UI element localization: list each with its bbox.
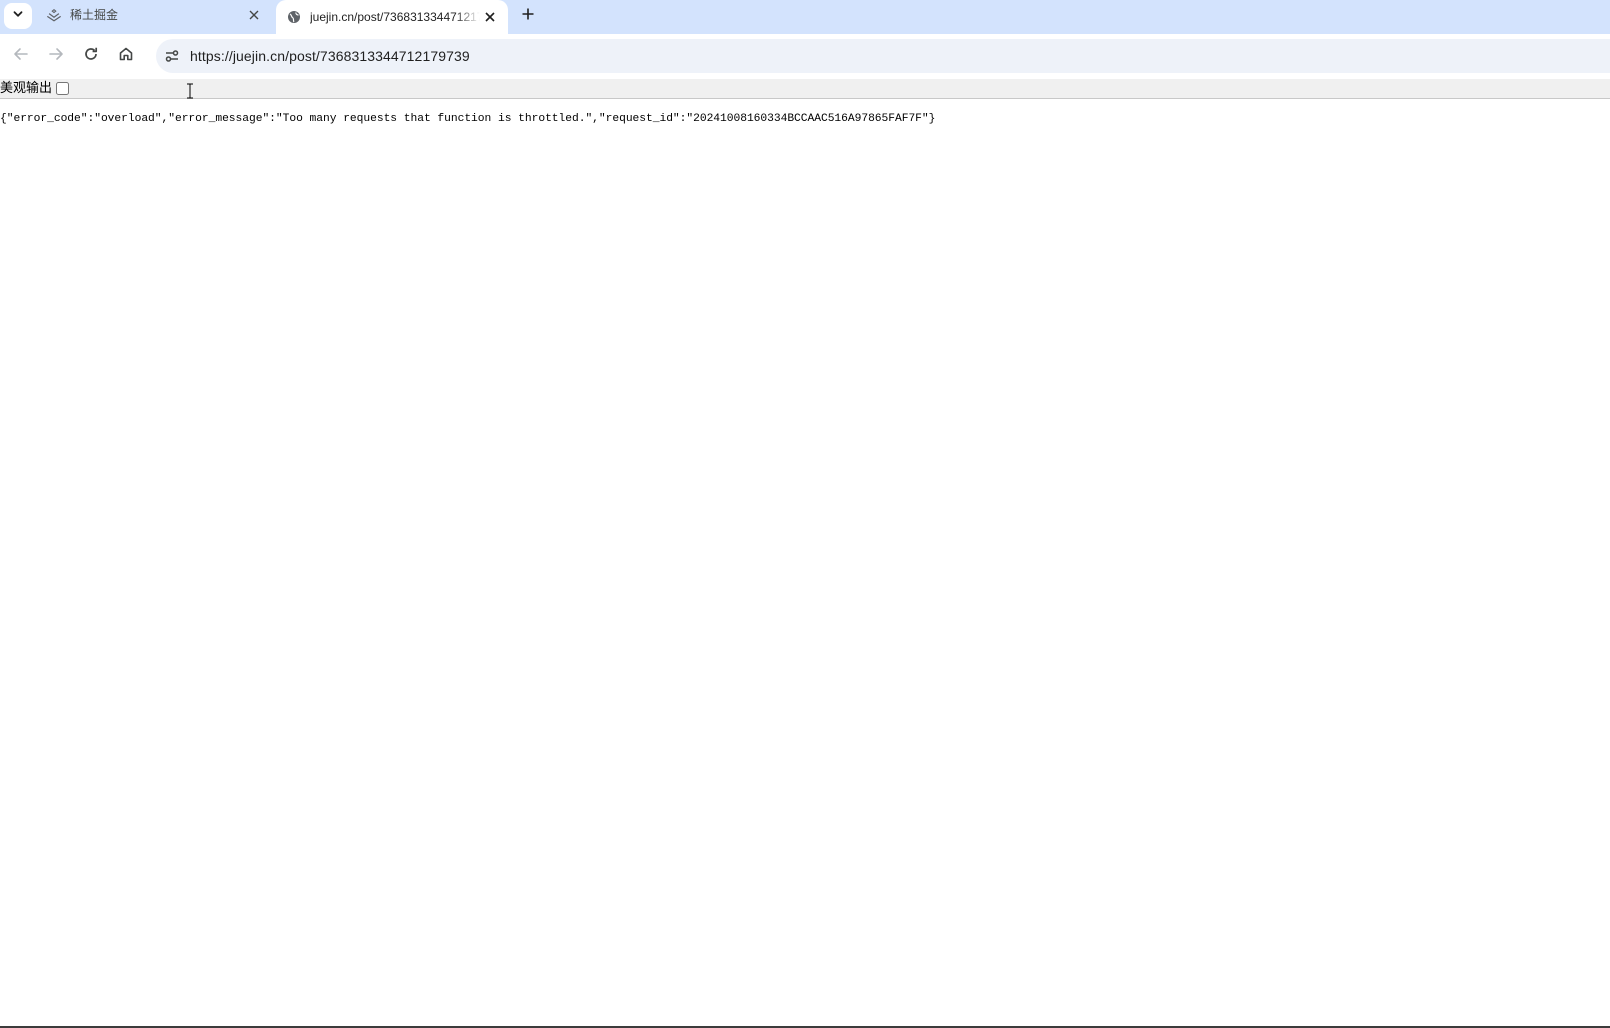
site-settings-icon[interactable] xyxy=(162,46,182,66)
tab-strip: 稀土掘金 juejin.cn/post/7368313344712179739 xyxy=(0,0,1610,34)
pretty-print-label: 美观输出 xyxy=(0,80,53,96)
tab-search-button[interactable] xyxy=(4,3,32,29)
tab-title: juejin.cn/post/7368313344712179739 xyxy=(310,10,480,24)
home-button[interactable] xyxy=(112,42,140,70)
tab-juejin-post[interactable]: juejin.cn/post/7368313344712179739 xyxy=(276,0,508,34)
text-cursor-icon xyxy=(186,83,194,99)
pretty-print-checkbox[interactable] xyxy=(56,82,70,95)
back-button[interactable] xyxy=(7,42,35,70)
json-format-bar: 美观输出 xyxy=(0,79,1610,99)
close-tab-button[interactable] xyxy=(244,5,264,25)
tab-juejin-home[interactable]: 稀土掘金 xyxy=(36,0,272,29)
close-tab-button[interactable] xyxy=(480,7,500,27)
tab-title: 稀土掘金 xyxy=(70,8,119,22)
globe-icon xyxy=(286,9,302,25)
url-input[interactable] xyxy=(190,48,1090,64)
reload-button[interactable] xyxy=(77,42,105,70)
address-bar[interactable] xyxy=(156,39,1610,73)
juejin-logo-icon xyxy=(46,7,62,23)
arrow-left-icon xyxy=(13,46,29,67)
plus-icon xyxy=(521,7,535,26)
home-icon xyxy=(118,46,134,67)
json-response-text: {"error_code":"overload","error_message"… xyxy=(0,113,936,125)
forward-button[interactable] xyxy=(42,42,70,70)
arrow-right-icon xyxy=(48,46,64,67)
browser-toolbar xyxy=(0,34,1610,78)
reload-icon xyxy=(83,46,99,67)
chevron-down-icon xyxy=(12,7,24,25)
new-tab-button[interactable] xyxy=(516,4,540,28)
